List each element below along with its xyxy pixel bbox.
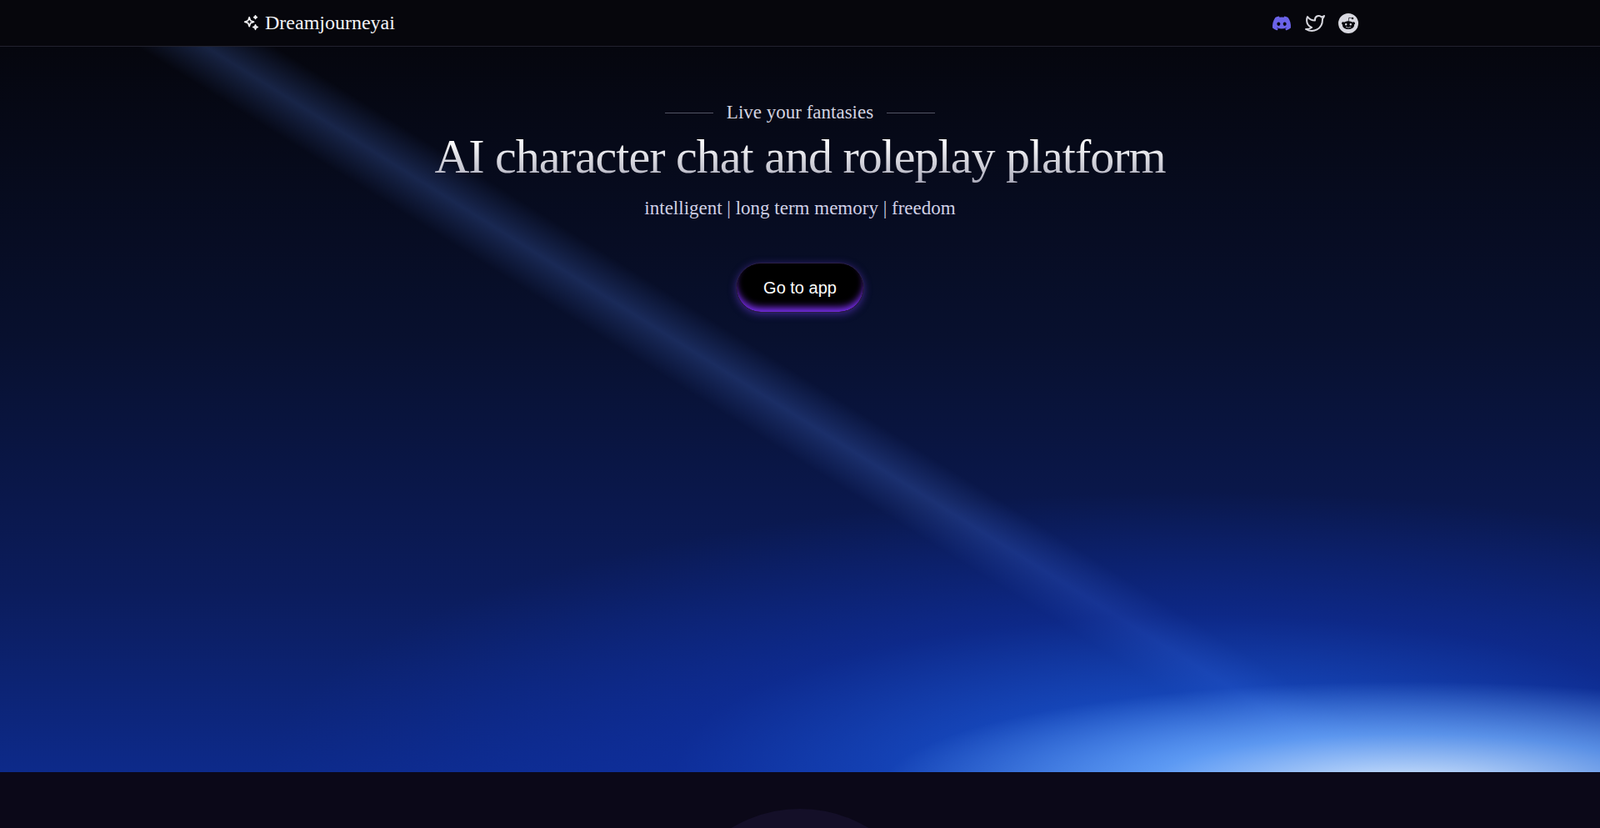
hero-title: AI character chat and roleplay platform (434, 128, 1165, 185)
go-to-app-button[interactable]: Go to app (735, 262, 865, 313)
navbar-inner: Dreamjourneyai (241, 0, 1359, 46)
discord-icon (1271, 13, 1292, 34)
next-section (0, 771, 1600, 828)
twitter-link[interactable] (1305, 13, 1325, 34)
hero: Live your fantasies AI character chat and… (0, 46, 1600, 772)
hero-tagline: intelligent | long term memory | freedom (644, 197, 955, 220)
page: Dreamjourneyai Live your fantasies AI char… (0, 0, 1600, 828)
hero-eyebrow: Live your fantasies (665, 101, 935, 124)
twitter-icon (1305, 13, 1325, 34)
discord-link[interactable] (1271, 13, 1292, 34)
navbar: Dreamjourneyai (0, 0, 1600, 47)
social-links (1271, 13, 1359, 34)
reddit-link[interactable] (1338, 13, 1359, 34)
sparkles-icon (241, 14, 260, 33)
reddit-icon (1338, 13, 1359, 34)
brand-name: Dreamjourneyai (265, 11, 395, 35)
brand-logo[interactable]: Dreamjourneyai (241, 11, 395, 35)
